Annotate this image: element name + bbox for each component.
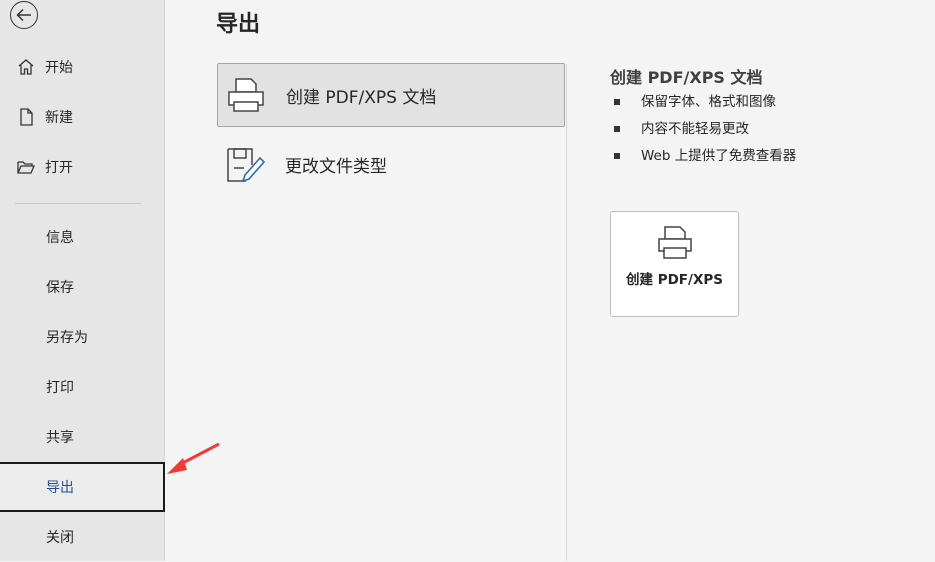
- sidebar-item-label: 保存: [46, 280, 74, 296]
- home-icon: [16, 57, 36, 77]
- bullet-icon: [614, 126, 620, 132]
- back-button[interactable]: [10, 1, 38, 29]
- sidebar-item-label: 关闭: [46, 530, 74, 546]
- sidebar-item-label: 新建: [45, 110, 73, 126]
- sidebar-item-label: 打开: [45, 160, 73, 176]
- sidebar-item-home[interactable]: 开始: [0, 42, 165, 92]
- option-label: 创建 PDF/XPS 文档: [286, 87, 437, 108]
- sidebar-item-label: 信息: [46, 230, 74, 246]
- bullet-icon: [614, 153, 620, 159]
- sidebar-item-save[interactable]: 保存: [0, 262, 165, 312]
- create-pdf-xps-option[interactable]: 创建 PDF/XPS 文档: [217, 63, 565, 127]
- sidebar-divider: [15, 203, 141, 204]
- sidebar-item-open[interactable]: 打开: [0, 142, 165, 192]
- sidebar-item-save-as[interactable]: 另存为: [0, 312, 165, 362]
- sidebar-item-label: 开始: [45, 60, 73, 76]
- sidebar-top-nav: 开始 新建 打开: [0, 42, 165, 192]
- back-arrow-icon: [16, 8, 31, 22]
- bullet-text: 保留字体、格式和图像: [641, 94, 776, 110]
- page-title: 导出: [216, 12, 261, 37]
- bullet-icon: [614, 99, 620, 105]
- bullet-text: Web 上提供了免费查看器: [641, 148, 797, 164]
- new-document-icon: [16, 107, 36, 127]
- sidebar-bottom-nav: 信息 保存 另存为 打印 共享 导出 关闭: [0, 212, 165, 562]
- sidebar-item-label: 导出: [46, 480, 74, 496]
- sidebar-item-close[interactable]: 关闭: [0, 512, 165, 562]
- list-item: Web 上提供了免费查看器: [614, 146, 796, 173]
- folder-open-icon: [16, 157, 36, 177]
- sidebar-item-label: 另存为: [46, 330, 88, 346]
- sidebar-item-share[interactable]: 共享: [0, 412, 165, 462]
- sidebar-item-label: 共享: [46, 430, 74, 446]
- change-file-type-icon: [227, 148, 265, 183]
- sidebar-item-export[interactable]: 导出: [0, 462, 165, 512]
- bullet-text: 内容不能轻易更改: [641, 121, 749, 137]
- backstage-sidebar: 开始 新建 打开 信息 保存 另存为 打印 共享 导出 关闭: [0, 0, 165, 561]
- sidebar-item-info[interactable]: 信息: [0, 212, 165, 262]
- sidebar-item-print[interactable]: 打印: [0, 362, 165, 412]
- list-item: 保留字体、格式和图像: [614, 92, 796, 119]
- list-item: 内容不能轻易更改: [614, 119, 796, 146]
- printer-pdf-icon: [228, 78, 264, 112]
- printer-icon: [657, 226, 692, 259]
- sidebar-item-new[interactable]: 新建: [0, 92, 165, 142]
- button-label: 创建 PDF/XPS: [626, 272, 723, 288]
- annotation-arrow-icon: [167, 442, 220, 474]
- create-pdf-xps-button[interactable]: 创建 PDF/XPS: [610, 211, 739, 317]
- sidebar-item-label: 打印: [46, 380, 74, 396]
- option-label: 更改文件类型: [285, 156, 387, 177]
- feature-list: 保留字体、格式和图像 内容不能轻易更改 Web 上提供了免费查看器: [614, 92, 796, 173]
- change-file-type-option[interactable]: 更改文件类型: [217, 132, 565, 196]
- detail-title: 创建 PDF/XPS 文档: [610, 68, 763, 87]
- pane-divider: [566, 64, 567, 561]
